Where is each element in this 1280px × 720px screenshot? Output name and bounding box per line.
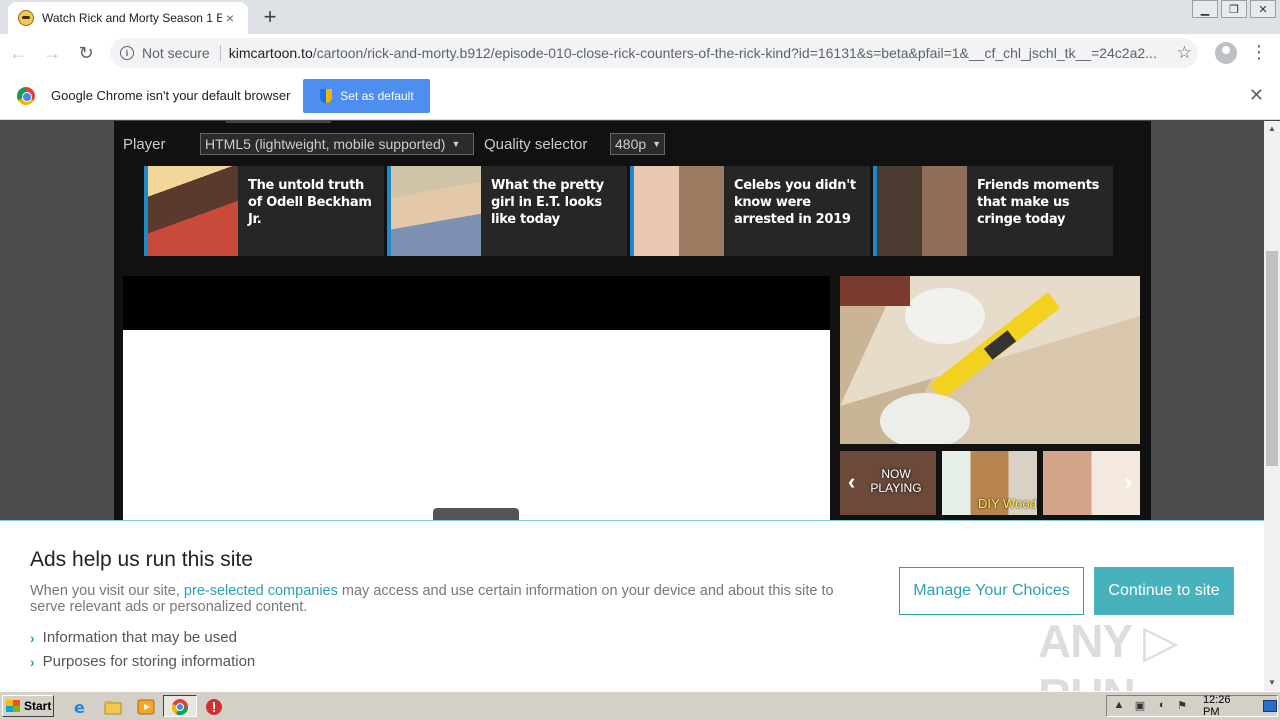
start-label: Start <box>24 699 52 713</box>
thumbnail-recipe[interactable]: › <box>1043 451 1140 515</box>
start-button[interactable]: Start <box>2 695 54 717</box>
new-tab-button[interactable]: + <box>258 5 282 29</box>
video-header <box>123 276 830 330</box>
chrome-menu-icon[interactable]: ⋮ <box>1250 40 1268 64</box>
close-window-button[interactable]: ✕ <box>1250 0 1276 18</box>
infobar-message: Google Chrome isn't your default browser <box>51 88 291 103</box>
scroll-up-arrow-icon[interactable]: ▲ <box>1264 121 1280 137</box>
dropdown-arrow-icon: ▼ <box>451 139 461 149</box>
folder-icon[interactable] <box>104 698 122 716</box>
site-favicon-icon <box>18 10 34 26</box>
ad-thumbnail <box>148 166 238 256</box>
ad-card[interactable]: Celebs you didn't know were arrested in … <box>630 166 870 256</box>
manage-choices-button[interactable]: Manage Your Choices <box>899 567 1084 615</box>
player-label: Player <box>123 135 166 153</box>
chrome-taskbar-icon <box>171 699 189 716</box>
video-player[interactable] <box>123 276 830 526</box>
quality-label: Quality selector <box>484 135 588 153</box>
chrome-logo-icon <box>17 86 35 105</box>
profile-avatar-icon[interactable] <box>1215 42 1237 64</box>
restore-button[interactable]: ❐ <box>1221 0 1247 18</box>
consent-description: When you visit our site, pre-selected co… <box>30 583 860 615</box>
continue-to-site-button[interactable]: Continue to site <box>1094 567 1234 615</box>
now-playing-label: NOW PLAYING <box>870 467 922 495</box>
shield-icon <box>320 88 333 103</box>
info-icon[interactable]: i <box>120 46 134 60</box>
address-bar[interactable]: i Not secure kimcartoon.to/cartoon/rick-… <box>110 38 1198 68</box>
tab-title: Watch Rick and Morty Season 1 Epis <box>42 11 222 25</box>
information-used-label: Information that may be used <box>42 629 237 646</box>
windows-taskbar: Start e ▲ ▣ ◖ ⚑ 12:26 PM <box>0 691 1280 720</box>
omnibox-divider <box>219 45 221 61</box>
back-arrow-icon[interactable]: ← <box>2 43 34 64</box>
scroll-down-arrow-icon[interactable]: ▼ <box>1264 675 1280 691</box>
player-options: Player HTML5 (lightweight, mobile suppor… <box>123 133 665 155</box>
reload-icon[interactable]: ↻ <box>70 43 102 64</box>
chevron-right-icon: › <box>30 653 35 670</box>
ad-card[interactable]: Friends moments that make us cringe toda… <box>873 166 1113 256</box>
browser-titlebar: Watch Rick and Morty Season 1 Epis × + ▁… <box>0 0 1280 34</box>
featured-video-frame <box>840 276 1140 444</box>
svg-text:e: e <box>74 698 85 716</box>
browser-tab[interactable]: Watch Rick and Morty Season 1 Epis × <box>8 2 248 34</box>
infobar-close-icon[interactable]: ✕ <box>1249 85 1264 106</box>
url-path: /cartoon/rick-and-morty.b912/episode-010… <box>312 45 1157 61</box>
quality-select-value: 480p <box>615 136 647 152</box>
flag-icon[interactable]: ⚑ <box>1174 699 1190 713</box>
thumbnail-now-playing[interactable]: ‹ NOW PLAYING <box>840 451 936 515</box>
consent-title: Ads help us run this site <box>30 548 253 571</box>
taskbar-clock[interactable]: 12:26 PM <box>1203 694 1249 718</box>
window-controls: ▁ ❐ ✕ <box>1189 0 1276 18</box>
show-desktop-icon[interactable] <box>1263 700 1277 712</box>
chevron-right-icon[interactable]: › <box>1125 469 1132 495</box>
thumbnail-caption: DIY Wood <box>978 496 1037 511</box>
page-scrollbar[interactable]: ▲ ▼ <box>1264 121 1280 691</box>
quality-select[interactable]: 480p ▼ <box>610 133 665 155</box>
ad-headline: What the pretty girl in E.T. looks like … <box>491 178 604 227</box>
ad-headline: The untold truth of Odell Beckham Jr. <box>248 178 372 227</box>
forward-arrow-icon[interactable]: → <box>36 43 68 64</box>
ad-thumbnail <box>877 166 967 256</box>
url-text[interactable]: kimcartoon.to/cartoon/rick-and-morty.b91… <box>229 45 1159 61</box>
system-tray: ▲ ▣ ◖ ⚑ 12:26 PM <box>1106 694 1278 718</box>
set-as-default-button[interactable]: Set as default <box>303 78 431 113</box>
minimize-button[interactable]: ▁ <box>1192 0 1218 18</box>
top-divider <box>226 121 331 123</box>
url-host: kimcartoon.to <box>228 45 313 61</box>
ad-thumbnail <box>391 166 481 256</box>
tab-close-icon[interactable]: × <box>222 10 238 26</box>
volume-icon[interactable]: ◖ <box>1153 699 1169 713</box>
bookmark-star-icon[interactable]: ☆ <box>1177 43 1192 63</box>
featured-video[interactable] <box>840 276 1140 444</box>
chevron-left-icon[interactable]: ‹ <box>848 469 855 495</box>
thumbnail-diy-wood[interactable]: DIY Wood <box>942 451 1037 515</box>
storing-purposes-label: Purposes for storing information <box>42 653 256 670</box>
dropdown-arrow-icon: ▼ <box>652 139 662 149</box>
internet-explorer-icon[interactable]: e <box>72 698 90 716</box>
information-used-item[interactable]: › Information that may be used <box>30 629 237 646</box>
media-player-icon[interactable] <box>137 698 155 716</box>
video-thumbnails: ‹ NOW PLAYING DIY Wood › <box>840 451 1140 515</box>
ad-card[interactable]: The untold truth of Odell Beckham Jr. <box>144 166 384 256</box>
ad-card[interactable]: What the pretty girl in E.T. looks like … <box>387 166 627 256</box>
player-select-value: HTML5 (lightweight, mobile supported) <box>205 136 446 152</box>
scroll-thumb[interactable] <box>1266 251 1278 466</box>
stop-sign-icon[interactable] <box>205 698 223 716</box>
network-icon[interactable]: ▣ <box>1132 699 1148 713</box>
not-secure-label: Not secure <box>142 45 210 61</box>
consent-banner: Ads help us run this site When you visit… <box>0 520 1264 720</box>
pre-selected-companies-link[interactable]: pre-selected companies <box>184 583 338 599</box>
ad-thumbnail <box>634 166 724 256</box>
player-select[interactable]: HTML5 (lightweight, mobile supported) ▼ <box>200 133 474 155</box>
ad-headline: Celebs you didn't know were arrested in … <box>734 178 856 227</box>
windows-logo-icon <box>6 700 20 712</box>
storing-purposes-item[interactable]: › Purposes for storing information <box>30 653 255 670</box>
consent-text-start: When you visit our site, <box>30 583 184 599</box>
set-as-default-label: Set as default <box>340 88 414 103</box>
sponsored-ads: The untold truth of Odell Beckham Jr. Wh… <box>144 166 1116 256</box>
default-browser-infobar: Google Chrome isn't your default browser… <box>0 72 1280 120</box>
tray-expand-icon[interactable]: ▲ <box>1111 699 1127 713</box>
chevron-right-icon: › <box>30 629 35 646</box>
ad-headline: Friends moments that make us cringe toda… <box>977 178 1100 227</box>
